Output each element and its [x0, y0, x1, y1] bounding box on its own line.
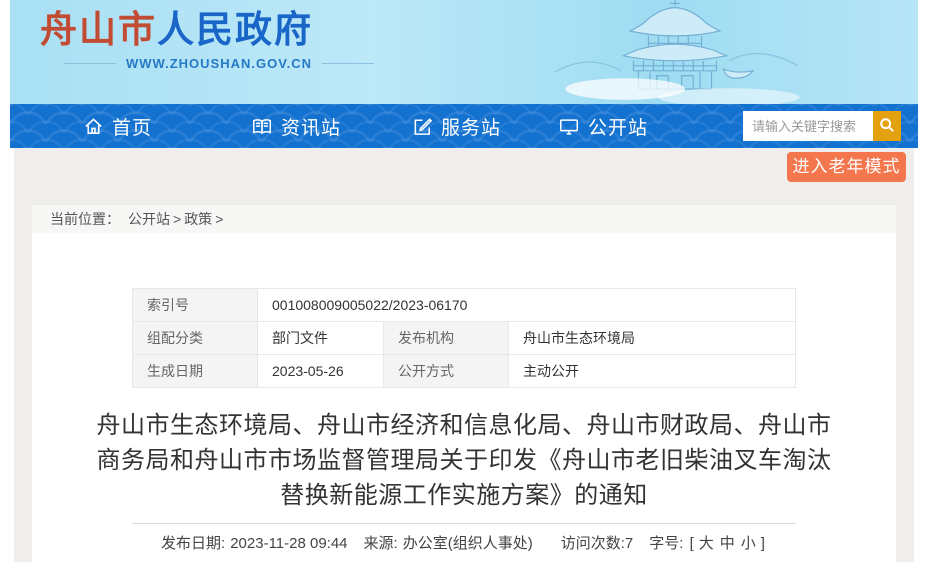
agency-value: 舟山市生态环境局 — [509, 322, 796, 355]
site-title-gov: 人民政府 — [157, 9, 313, 50]
nav-label: 服务站 — [441, 113, 501, 140]
search-button[interactable] — [873, 111, 901, 141]
home-icon — [83, 116, 104, 137]
search-box — [743, 111, 901, 141]
font-size-large-link[interactable]: 大 — [699, 535, 714, 552]
bracket-close: ] — [761, 535, 765, 552]
nav-label: 资讯站 — [281, 113, 341, 140]
pavilion-art — [550, 0, 800, 104]
nav-items: 首页 资讯站 服务站 公开站 — [10, 104, 648, 148]
breadcrumb-separator: > — [215, 211, 223, 227]
nav-item-home[interactable]: 首页 — [83, 113, 152, 140]
nav-label: 首页 — [112, 113, 152, 140]
breadcrumb-link-policy[interactable]: 政策 — [184, 211, 212, 227]
table-row: 生成日期 2023-05-26 公开方式 主动公开 — [133, 355, 796, 388]
site-title-city: 舟山市 — [40, 9, 157, 50]
site-title: 舟山市人民政府 — [40, 8, 384, 52]
source-value: 办公室(组织人事处) — [403, 535, 533, 552]
publish-date-label: 发布日期: — [161, 535, 225, 552]
monitor-icon — [558, 116, 580, 137]
open-method-value: 主动公开 — [509, 355, 796, 388]
font-size-label: 字号: — [649, 535, 683, 552]
breadcrumb-label: 当前位置： — [50, 211, 120, 227]
index-number-value: 001008009005022/2023-06170 — [258, 289, 796, 322]
content-card: 当前位置：公开站>政策> 索引号 001008009005022/2023-06… — [32, 205, 896, 571]
table-row: 索引号 001008009005022/2023-06170 — [133, 289, 796, 322]
rule-right — [322, 63, 374, 64]
publish-date: 2023-11-28 09:44 — [230, 535, 347, 552]
generate-date-value: 2023-05-26 — [258, 355, 384, 388]
nav-item-news[interactable]: 资讯站 — [251, 113, 341, 140]
table-row: 组配分类 部门文件 发布机构 舟山市生态环境局 — [133, 322, 796, 355]
book-icon — [251, 116, 273, 137]
document-info-table: 索引号 001008009005022/2023-06170 组配分类 部门文件… — [132, 288, 796, 388]
visits-count: 7 — [625, 535, 633, 552]
site-url-text: WWW.ZHOUSHAN.GOV.CN — [126, 56, 312, 71]
generate-date-label: 生成日期 — [133, 355, 258, 388]
search-input[interactable] — [743, 111, 873, 141]
main-nav: 首页 资讯站 服务站 公开站 — [10, 104, 918, 148]
bracket-open: [ — [690, 535, 694, 552]
font-size-medium-link[interactable]: 中 — [720, 535, 735, 552]
search-icon — [879, 117, 895, 136]
font-size-small-link[interactable]: 小 — [741, 535, 756, 552]
source-label: 来源: — [364, 535, 398, 552]
site-header: 舟山市人民政府 WWW.ZHOUSHAN.GOV.CN — [10, 0, 918, 104]
breadcrumb-link-open-site[interactable]: 公开站 — [128, 211, 170, 227]
category-label: 组配分类 — [133, 322, 258, 355]
breadcrumb: 当前位置：公开站>政策> — [32, 205, 896, 233]
site-url: WWW.ZHOUSHAN.GOV.CN — [54, 56, 384, 71]
rule-left — [64, 63, 116, 64]
nav-item-open[interactable]: 公开站 — [558, 113, 648, 140]
page: 舟山市人民政府 WWW.ZHOUSHAN.GOV.CN 首页 资讯站 — [0, 0, 928, 571]
nav-label: 公开站 — [588, 113, 648, 140]
elder-mode-button[interactable]: 进入老年模式 — [787, 152, 906, 182]
edit-icon — [412, 116, 433, 137]
article-meta: 发布日期: 2023-11-28 09:44 来源: 办公室(组织人事处) 访问次数:7… — [132, 523, 796, 553]
agency-label: 发布机构 — [384, 322, 509, 355]
index-number-label: 索引号 — [133, 289, 258, 322]
breadcrumb-separator: > — [173, 211, 181, 227]
site-logo[interactable]: 舟山市人民政府 WWW.ZHOUSHAN.GOV.CN — [40, 8, 384, 71]
open-method-label: 公开方式 — [384, 355, 509, 388]
article-title: 舟山市生态环境局、舟山市经济和信息化局、舟山市财政局、舟山市商务局和舟山市市场监… — [90, 408, 838, 513]
nav-item-service[interactable]: 服务站 — [412, 113, 501, 140]
category-value: 部门文件 — [258, 322, 384, 355]
visits-label: 访问次数: — [561, 535, 625, 552]
